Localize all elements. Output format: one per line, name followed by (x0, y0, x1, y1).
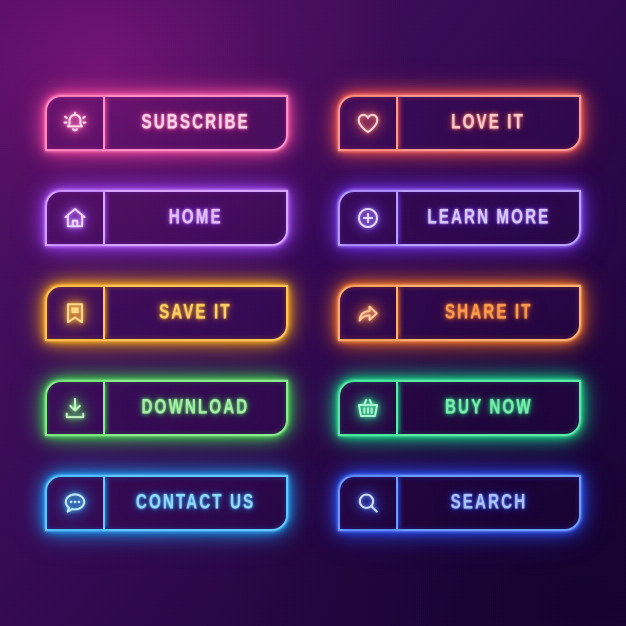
button-label-home: HOME (168, 205, 223, 230)
home-icon (62, 205, 88, 231)
button-cell-search: SEARCH (315, 455, 604, 550)
button-label-contact-us: CONTACT US (135, 490, 256, 514)
heart-icon (355, 110, 381, 136)
icon-slot-learn-more[interactable] (340, 192, 398, 245)
label-slot-subscribe: SUBSCRIBE (105, 97, 286, 149)
button-label-search: SEARCH (450, 490, 527, 514)
button-label-love-it: LOVE IT (451, 111, 526, 135)
neon-button-collection: SUBSCRIBE LOVE IT HOME LEARN MORE SAVE IT SHA… (0, 0, 626, 626)
label-slot-save-it: SAVE IT (105, 287, 286, 339)
neon-button-contact-us[interactable]: CONTACT US (34, 463, 299, 542)
bookmark-icon (62, 300, 88, 326)
neon-button-buy-now[interactable]: BUY NOW (327, 368, 592, 447)
button-cell-share-it: SHARE IT (315, 266, 604, 361)
button-label-save-it: SAVE IT (159, 300, 232, 325)
button-cell-subscribe: SUBSCRIBE (22, 76, 311, 171)
button-cell-save-it: SAVE IT (22, 266, 311, 361)
button-label-learn-more: LEARN MORE (426, 205, 550, 230)
button-cell-download: DOWNLOAD (22, 360, 311, 455)
label-slot-search: SEARCH (398, 477, 579, 529)
icon-slot-share-it[interactable] (340, 286, 398, 339)
button-cell-home: HOME (22, 171, 311, 266)
button-label-download: DOWNLOAD (141, 395, 250, 419)
label-slot-contact-us: CONTACT US (105, 477, 286, 529)
magnifier-icon (355, 490, 381, 516)
neon-button-search[interactable]: SEARCH (327, 463, 592, 542)
icon-slot-buy-now[interactable] (340, 381, 398, 434)
basket-icon (355, 395, 381, 421)
chat-bubble-icon (62, 490, 88, 516)
neon-button-learn-more[interactable]: LEARN MORE (327, 179, 592, 258)
label-slot-download: DOWNLOAD (105, 382, 286, 434)
icon-slot-contact-us[interactable] (47, 476, 105, 529)
label-slot-love-it: LOVE IT (398, 97, 579, 149)
button-cell-love-it: LOVE IT (315, 76, 604, 171)
icon-slot-home[interactable] (47, 192, 105, 245)
button-cell-contact-us: CONTACT US (22, 455, 311, 550)
plus-circle-icon (355, 205, 381, 231)
bell-icon (62, 110, 88, 136)
icon-slot-download[interactable] (47, 381, 105, 434)
neon-button-love-it[interactable]: LOVE IT (327, 84, 592, 163)
label-slot-learn-more: LEARN MORE (398, 192, 579, 244)
share-arrow-icon (355, 300, 381, 326)
button-label-share-it: SHARE IT (444, 300, 533, 325)
button-cell-buy-now: BUY NOW (315, 360, 604, 455)
button-cell-learn-more: LEARN MORE (315, 171, 604, 266)
neon-button-share-it[interactable]: SHARE IT (327, 273, 592, 352)
icon-slot-save-it[interactable] (47, 286, 105, 339)
label-slot-home: HOME (105, 192, 286, 244)
label-slot-buy-now: BUY NOW (398, 382, 579, 434)
neon-button-subscribe[interactable]: SUBSCRIBE (34, 84, 299, 163)
icon-slot-love-it[interactable] (340, 97, 398, 150)
neon-button-save-it[interactable]: SAVE IT (34, 273, 299, 352)
icon-slot-subscribe[interactable] (47, 97, 105, 150)
neon-button-download[interactable]: DOWNLOAD (34, 368, 299, 447)
label-slot-share-it: SHARE IT (398, 287, 579, 339)
button-label-buy-now: BUY NOW (444, 395, 533, 419)
button-label-subscribe: SUBSCRIBE (141, 111, 250, 135)
icon-slot-search[interactable] (340, 476, 398, 529)
neon-button-home[interactable]: HOME (34, 179, 299, 258)
download-icon (62, 395, 88, 421)
